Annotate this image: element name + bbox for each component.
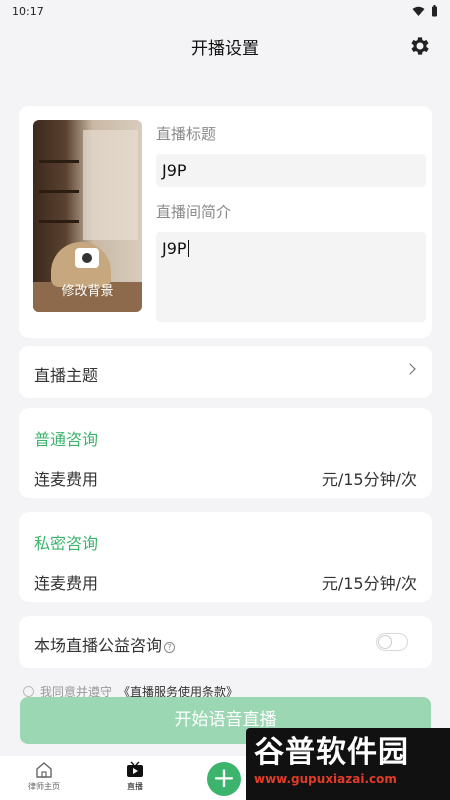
page-header: 开播设置 bbox=[0, 26, 450, 66]
intro-textarea[interactable]: J9P bbox=[156, 232, 426, 322]
gear-icon[interactable] bbox=[408, 34, 432, 58]
watermark-brand: 谷普软件园 bbox=[254, 735, 409, 770]
charity-row: 本场直播公益咨询? bbox=[19, 616, 432, 668]
home-icon bbox=[36, 762, 52, 778]
intro-text: J9P bbox=[162, 239, 187, 258]
tab-lawyer-home-label: 律师主页 bbox=[28, 782, 60, 791]
watermark-url: www.gupuxiazai.com bbox=[254, 772, 397, 786]
status-icons bbox=[412, 5, 438, 17]
agree-checkbox[interactable] bbox=[23, 686, 34, 697]
change-cover-label[interactable]: 修改背景 bbox=[33, 280, 142, 299]
live-info-card: 修改背景 直播标题 J9P 直播间简介 J9P bbox=[19, 106, 432, 338]
charity-label-text: 本场直播公益咨询 bbox=[34, 636, 163, 655]
tab-live[interactable]: 直播 bbox=[105, 761, 165, 792]
status-bar: 10:17 bbox=[0, 0, 450, 22]
topic-label: 直播主题 bbox=[34, 366, 99, 385]
charity-toggle[interactable] bbox=[376, 633, 408, 651]
intro-field-label: 直播间简介 bbox=[156, 203, 232, 221]
cover-image[interactable]: 修改背景 bbox=[33, 120, 142, 312]
normal-fee-value[interactable]: 元/15分钟/次 bbox=[322, 466, 417, 490]
watermark: 谷普软件园 www.gupuxiazai.com bbox=[246, 728, 450, 800]
private-fee-label: 连麦费用 bbox=[34, 574, 99, 593]
private-consult-card: 私密咨询 连麦费用 元/15分钟/次 bbox=[19, 512, 432, 602]
camera-icon[interactable] bbox=[75, 248, 99, 268]
wifi-icon bbox=[412, 6, 425, 16]
page-title: 开播设置 bbox=[191, 38, 259, 59]
topic-row[interactable]: 直播主题 bbox=[19, 346, 432, 398]
title-input[interactable]: J9P bbox=[156, 154, 426, 187]
text-caret bbox=[187, 240, 189, 257]
private-fee-value[interactable]: 元/15分钟/次 bbox=[322, 570, 417, 594]
add-button[interactable]: + bbox=[207, 762, 241, 796]
tv-icon bbox=[127, 761, 143, 777]
private-consult-title: 私密咨询 bbox=[34, 534, 99, 553]
normal-fee-label: 连麦费用 bbox=[34, 470, 99, 489]
normal-consult-title: 普通咨询 bbox=[34, 430, 99, 449]
battery-icon bbox=[432, 5, 437, 17]
tab-live-label: 直播 bbox=[127, 782, 143, 791]
toggle-knob bbox=[378, 635, 392, 649]
tab-lawyer-home[interactable]: 律师主页 bbox=[14, 761, 74, 792]
chevron-right-icon bbox=[404, 363, 416, 375]
title-field-label: 直播标题 bbox=[156, 125, 217, 143]
normal-consult-card: 普通咨询 连麦费用 元/15分钟/次 bbox=[19, 408, 432, 498]
status-time: 10:17 bbox=[12, 4, 44, 18]
cover-window-decor bbox=[83, 130, 138, 240]
charity-label: 本场直播公益咨询? bbox=[34, 632, 176, 656]
help-icon[interactable]: ? bbox=[164, 642, 176, 653]
